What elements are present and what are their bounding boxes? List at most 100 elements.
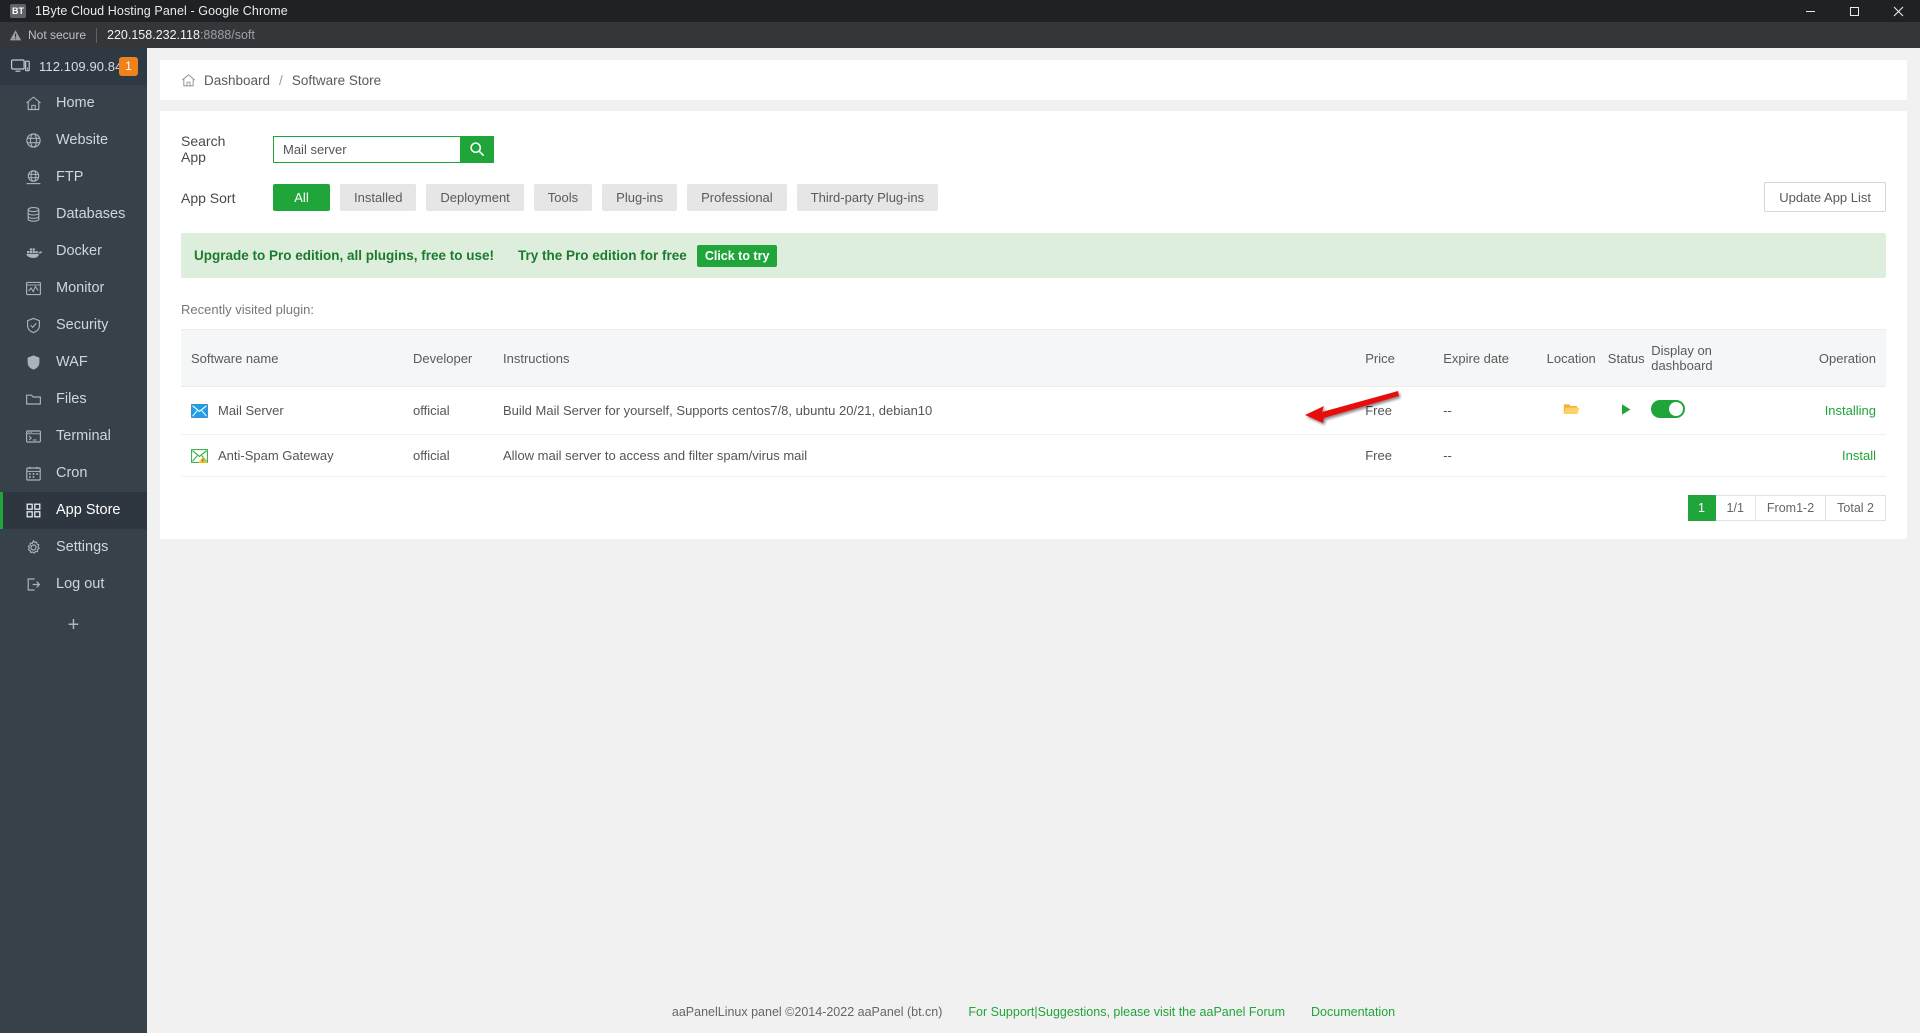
sidebar-item-label: Cron <box>56 465 88 482</box>
shield-check-icon <box>24 316 43 335</box>
promo-subtext: Try the Pro edition for free <box>518 248 687 263</box>
table-row: Mail Server official Build Mail Server f… <box>181 386 1886 435</box>
sidebar-item-ftp[interactable]: FTP <box>0 159 147 196</box>
cell-developer: official <box>413 434 503 477</box>
operation-link[interactable]: Installing <box>1825 403 1876 418</box>
cell-display-on-dashboard <box>1651 386 1752 435</box>
app-sort-label: App Sort <box>181 189 236 206</box>
sidebar-item-files[interactable]: Files <box>0 381 147 418</box>
sidebar-item-label: Terminal <box>56 428 111 445</box>
window-controls <box>1788 0 1920 22</box>
operation-link[interactable]: Install <box>1842 448 1876 463</box>
sidebar-item-terminal[interactable]: Terminal <box>0 418 147 455</box>
sidebar-item-security[interactable]: Security <box>0 307 147 344</box>
toggle-knob <box>1669 402 1684 416</box>
cell-operation: Install <box>1751 434 1886 477</box>
sidebar-item-website[interactable]: Website <box>0 122 147 159</box>
logout-icon <box>24 575 43 594</box>
server-monitor-icon <box>11 58 30 72</box>
footer-support-link[interactable]: For Support|Suggestions, please visit th… <box>968 1005 1285 1019</box>
search-input[interactable] <box>273 135 460 163</box>
cell-location <box>1541 434 1602 477</box>
site-favicon: BT <box>10 4 26 18</box>
database-icon <box>24 205 43 224</box>
filter-chip-installed[interactable]: Installed <box>340 184 417 211</box>
docker-icon <box>24 242 43 261</box>
content-scroll: Dashboard / Software Store Search App Ma… <box>147 48 1920 989</box>
sidebar-item-label: FTP <box>56 169 84 186</box>
monitor-chart-icon <box>24 279 43 298</box>
sidebar-item-label: Website <box>56 132 109 149</box>
column-header-expire-date: Expire date <box>1443 329 1542 387</box>
mail-envelope-icon <box>191 403 208 418</box>
click-to-try-button[interactable]: Click to try <box>696 244 778 267</box>
maximize-icon[interactable] <box>1832 0 1876 22</box>
search-button[interactable] <box>460 135 494 163</box>
cell-status <box>1601 386 1652 435</box>
sidebar-add-button[interactable]: + <box>0 603 147 648</box>
cell-expire-date: -- <box>1443 386 1542 435</box>
sidebar-item-monitor[interactable]: Monitor <box>0 270 147 307</box>
sidebar-item-docker[interactable]: Docker <box>0 233 147 270</box>
minimize-icon[interactable] <box>1788 0 1832 22</box>
software-name-text[interactable]: Anti-Spam Gateway <box>218 448 334 463</box>
footer-documentation-link[interactable]: Documentation <box>1311 1005 1395 1019</box>
breadcrumb-root[interactable]: Dashboard <box>204 73 270 88</box>
sidebar-item-app-store[interactable]: App Store <box>0 492 147 529</box>
software-store-panel: Search App App Sort <box>160 111 1907 539</box>
sidebar-item-settings[interactable]: Settings <box>0 529 147 566</box>
sidebar-server-ip: 112.109.90.84 <box>39 59 123 74</box>
folder-open-icon[interactable] <box>1563 402 1580 416</box>
filter-chip-third-party-plug-ins[interactable]: Third-party Plug-ins <box>796 184 939 211</box>
folder-icon <box>24 390 43 409</box>
sidebar-item-cron[interactable]: Cron <box>0 455 147 492</box>
antispam-envelope-icon <box>191 448 208 463</box>
sidebar-item-waf[interactable]: WAF <box>0 344 147 381</box>
home-icon <box>181 73 196 86</box>
close-icon[interactable] <box>1876 0 1920 22</box>
sidebar-item-label: Monitor <box>56 280 105 297</box>
sidebar-item-databases[interactable]: Databases <box>0 196 147 233</box>
filter-chip-professional[interactable]: Professional <box>687 184 787 211</box>
cell-location <box>1541 386 1602 435</box>
page-total: Total 2 <box>1826 495 1886 521</box>
display-on-dashboard-toggle[interactable] <box>1651 400 1686 418</box>
column-header-name: Software name <box>181 329 413 387</box>
sidebar-item-log-out[interactable]: Log out <box>0 566 147 603</box>
sidebar-item-label: Databases <box>56 206 126 223</box>
sidebar-item-home[interactable]: Home <box>0 85 147 122</box>
cell-software-name: Mail Server <box>181 386 413 435</box>
cell-status <box>1601 434 1652 477</box>
software-name-text[interactable]: Mail Server <box>218 403 284 418</box>
play-icon[interactable] <box>1620 403 1632 416</box>
cell-software-name: Anti-Spam Gateway <box>181 434 413 477</box>
column-header-price: Price <box>1365 329 1444 387</box>
not-secure-label: Not secure <box>28 28 87 42</box>
filter-chip-all[interactable]: All <box>273 184 330 211</box>
app-sort-row: App Sort All Installed Deployment Tools … <box>160 165 1907 212</box>
table-row: Anti-Spam Gateway official Allow mail se… <box>181 434 1886 477</box>
calendar-icon <box>24 464 43 483</box>
sidebar-item-label: WAF <box>56 354 88 371</box>
cell-instructions: Build Mail Server for yourself, Supports… <box>503 386 1366 435</box>
page-current[interactable]: 1 <box>1687 495 1716 521</box>
software-table: Software name Developer Instructions Pri… <box>181 329 1886 477</box>
filter-chip-plug-ins[interactable]: Plug-ins <box>602 184 678 211</box>
cell-developer: official <box>413 386 503 435</box>
globe-icon <box>24 131 43 150</box>
column-header-location: Location <box>1541 329 1602 387</box>
browser-address-bar[interactable]: Not secure 220.158.232.118 :8888/soft <box>0 22 1920 48</box>
column-header-developer: Developer <box>413 329 503 387</box>
filter-chip-tools[interactable]: Tools <box>533 184 593 211</box>
footer-copyright: aaPanelLinux panel ©2014-2022 aaPanel (b… <box>671 1004 943 1019</box>
main-area: Dashboard / Software Store Search App Ma… <box>147 48 1920 1033</box>
home-icon <box>24 94 43 113</box>
footer-bottom-strip <box>147 1028 1920 1033</box>
search-icon <box>470 142 484 156</box>
security-indicator[interactable]: Not secure <box>9 28 86 42</box>
sidebar-notification-badge[interactable]: 1 <box>119 57 138 76</box>
browser-titlebar: BT 1Byte Cloud Hosting Panel - Google Ch… <box>0 0 1920 22</box>
update-app-list-button[interactable]: Update App List <box>1764 182 1886 212</box>
breadcrumb-separator: / <box>279 72 283 88</box>
filter-chip-deployment[interactable]: Deployment <box>426 184 524 211</box>
